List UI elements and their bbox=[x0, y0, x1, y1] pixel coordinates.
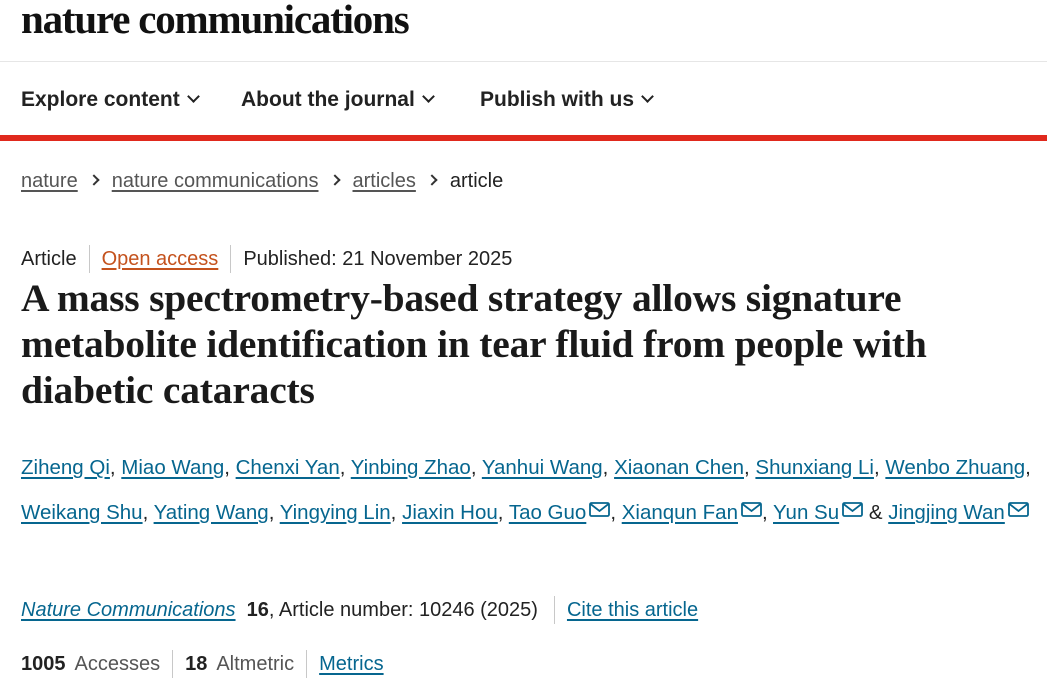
divider bbox=[553, 596, 555, 624]
main-nav: Explore content About the journal Publis… bbox=[0, 63, 1047, 135]
author-link[interactable]: Yinbing Zhao bbox=[351, 456, 471, 479]
author-separator: , bbox=[390, 501, 403, 524]
article-title: A mass spectrometry-based strategy allow… bbox=[21, 276, 927, 412]
divider bbox=[230, 245, 232, 273]
mail-icon[interactable] bbox=[842, 489, 864, 517]
author-separator: , bbox=[339, 456, 351, 479]
altmetric-label: Altmetric bbox=[216, 652, 295, 675]
author-link[interactable]: Yun Su bbox=[773, 501, 839, 524]
breadcrumb-nature[interactable]: nature bbox=[21, 170, 78, 192]
cite-this-article-link[interactable]: Cite this article bbox=[567, 599, 698, 622]
author-separator: , bbox=[470, 456, 482, 479]
nav-publish-with-us[interactable]: Publish with us bbox=[480, 88, 654, 112]
chevron-down-icon bbox=[421, 90, 435, 103]
breadcrumb-articles[interactable]: articles bbox=[353, 170, 416, 192]
nav-about-journal[interactable]: About the journal bbox=[241, 88, 435, 112]
author-link[interactable]: Shunxiang Li bbox=[755, 456, 874, 479]
article-number: , Article number: 10246 (2025) bbox=[268, 598, 538, 621]
citation: Nature Communications 16 , Article numbe… bbox=[21, 596, 698, 624]
author-separator: , bbox=[602, 456, 615, 479]
metrics-link[interactable]: Metrics bbox=[319, 653, 383, 676]
chevron-down-icon bbox=[186, 90, 200, 103]
author-link[interactable]: Chenxi Yan bbox=[236, 456, 340, 479]
volume: 16 bbox=[246, 598, 269, 621]
breadcrumb-current: article bbox=[449, 170, 504, 192]
author-link[interactable]: Xianqun Fan bbox=[622, 501, 738, 524]
author-separator: , bbox=[873, 456, 886, 479]
nav-label: Explore content bbox=[21, 88, 180, 111]
author-separator: , bbox=[744, 456, 756, 479]
accesses-count: 1005 bbox=[21, 652, 66, 675]
author-link[interactable]: Xiaonan Chen bbox=[614, 456, 744, 479]
article-type: Article bbox=[21, 247, 77, 270]
author-separator: , bbox=[610, 501, 622, 524]
mail-icon[interactable] bbox=[741, 489, 762, 517]
author-separator: , bbox=[497, 501, 509, 524]
journal-logo[interactable]: nature communications bbox=[21, 0, 410, 43]
author-link[interactable]: Ziheng Qi bbox=[21, 456, 110, 479]
author-link[interactable]: Yingying Lin bbox=[280, 501, 391, 524]
author-separator: , bbox=[1025, 456, 1031, 479]
nav-explore-content[interactable]: Explore content bbox=[21, 88, 200, 112]
author-separator: , bbox=[142, 501, 154, 524]
divider bbox=[88, 245, 90, 273]
author-link[interactable]: Tao Guo bbox=[509, 501, 587, 524]
open-access-link[interactable]: Open access bbox=[102, 248, 219, 271]
accent-bar bbox=[0, 135, 1047, 141]
breadcrumb: nature nature communications articles artic… bbox=[21, 170, 503, 193]
accesses-label: Accesses bbox=[74, 652, 161, 675]
author-link[interactable]: Jingjing Wan bbox=[888, 501, 1005, 524]
breadcrumb-nature-communications[interactable]: nature communications bbox=[112, 170, 319, 192]
mail-icon[interactable] bbox=[589, 489, 611, 517]
author-separator: , bbox=[224, 456, 236, 479]
chevron-right-icon bbox=[426, 174, 438, 186]
author-separator: , bbox=[761, 501, 774, 524]
author-list: Ziheng Qi, Miao Wang, Chenxi Yan, Yinbin… bbox=[21, 446, 1036, 534]
author-link[interactable]: Weikang Shu bbox=[21, 501, 143, 524]
divider bbox=[172, 650, 174, 678]
author-link[interactable]: Wenbo Zhuang bbox=[885, 456, 1025, 479]
chevron-right-icon bbox=[88, 174, 100, 186]
author-link[interactable]: Yanhui Wang bbox=[482, 456, 603, 479]
site-header: nature communications bbox=[0, 0, 1047, 62]
author-link[interactable]: Miao Wang bbox=[121, 456, 224, 479]
divider bbox=[306, 650, 308, 678]
author-link[interactable]: Yating Wang bbox=[154, 501, 269, 524]
article-meta: Article Open access Published: 21 Novemb… bbox=[21, 245, 512, 273]
author-link[interactable]: Jiaxin Hou bbox=[402, 501, 498, 524]
nav-label: About the journal bbox=[241, 88, 415, 111]
article-metrics: 1005 Accesses 18 Altmetric Metrics bbox=[21, 650, 384, 678]
published-date: Published: 21 November 2025 bbox=[243, 247, 513, 270]
journal-link[interactable]: Nature Communications bbox=[21, 599, 236, 622]
author-separator: , bbox=[109, 456, 122, 479]
nav-label: Publish with us bbox=[480, 88, 635, 111]
mail-icon[interactable] bbox=[1007, 489, 1029, 517]
chevron-down-icon bbox=[641, 90, 654, 103]
chevron-right-icon bbox=[328, 174, 341, 186]
author-final-separator: & bbox=[863, 501, 889, 524]
altmetric-count: 18 bbox=[185, 652, 208, 675]
author-separator: , bbox=[268, 501, 280, 524]
